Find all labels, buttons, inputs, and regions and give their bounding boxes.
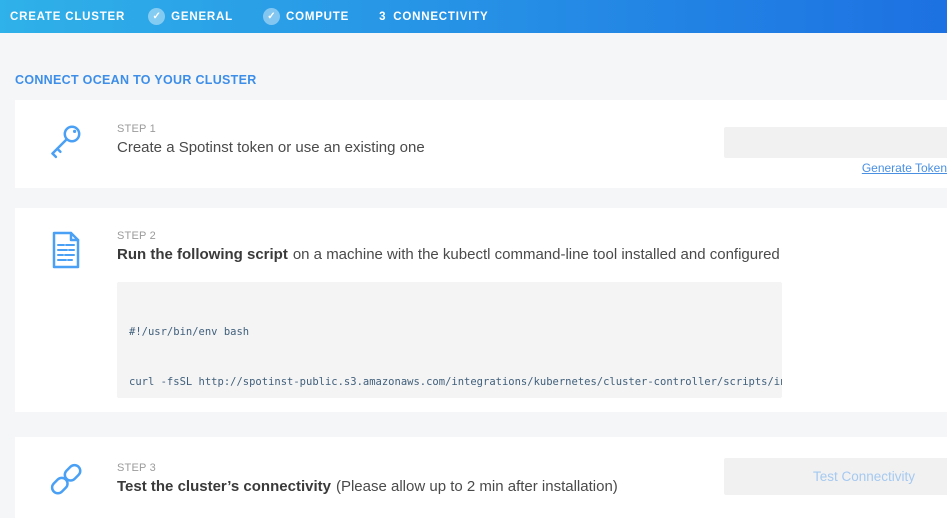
step3-card: STEP 3 Test the cluster’s connectivity (P… [15,437,947,518]
code-line: curl -fsSL http://spotinst-public.s3.ama… [129,374,770,391]
install-script-code-block: #!/usr/bin/env bash curl -fsSL http://sp… [117,282,782,398]
create-cluster-wizard: CREATE CLUSTER ✓ GENERAL ✓ COMPUTE 3 CON… [0,0,947,518]
wizard-steps: ✓ GENERAL ✓ COMPUTE 3 CONNECTIVITY [148,8,518,25]
step2-title-rest: on a machine with the kubectl command-li… [293,246,780,263]
step3-label: STEP 3 [117,462,156,474]
check-icon: ✓ [148,8,165,25]
generate-token-link[interactable]: Generate Token [862,161,947,175]
chain-link-icon [46,457,86,501]
code-line: #!/usr/bin/env bash [129,324,770,341]
step2-title: Run the following script on a machine wit… [117,246,780,263]
wizard-step-label: CONNECTIVITY [393,11,488,23]
check-icon: ✓ [263,8,280,25]
wizard-title: CREATE CLUSTER [10,11,125,23]
wizard-step-connectivity[interactable]: 3 CONNECTIVITY [379,11,488,23]
step2-title-bold: Run the following script [117,246,288,263]
key-icon [46,120,86,164]
wizard-step-compute[interactable]: ✓ COMPUTE [263,8,349,25]
wizard-top-bar: CREATE CLUSTER ✓ GENERAL ✓ COMPUTE 3 CON… [0,0,947,33]
token-input[interactable] [724,127,947,158]
step2-label: STEP 2 [117,230,156,242]
step1-title: Create a Spotinst token or use an existi… [117,139,425,156]
test-connectivity-button[interactable]: Test Connectivity [724,458,947,495]
script-document-icon [46,228,86,272]
step1-label: STEP 1 [117,123,156,135]
step3-title-rest: (Please allow up to 2 min after installa… [336,478,618,495]
wizard-step-general[interactable]: ✓ GENERAL [148,8,233,25]
step2-card: STEP 2 Run the following script on a mach… [15,208,947,412]
page-title: CONNECT OCEAN TO YOUR CLUSTER [15,73,257,87]
step3-title-bold: Test the cluster’s connectivity [117,478,331,495]
wizard-step-label: COMPUTE [286,11,349,23]
step1-card: STEP 1 Create a Spotinst token or use an… [15,100,947,188]
wizard-step-label: GENERAL [171,11,233,23]
step3-title: Test the cluster’s connectivity (Please a… [117,478,618,495]
wizard-step-number: 3 [379,11,386,23]
